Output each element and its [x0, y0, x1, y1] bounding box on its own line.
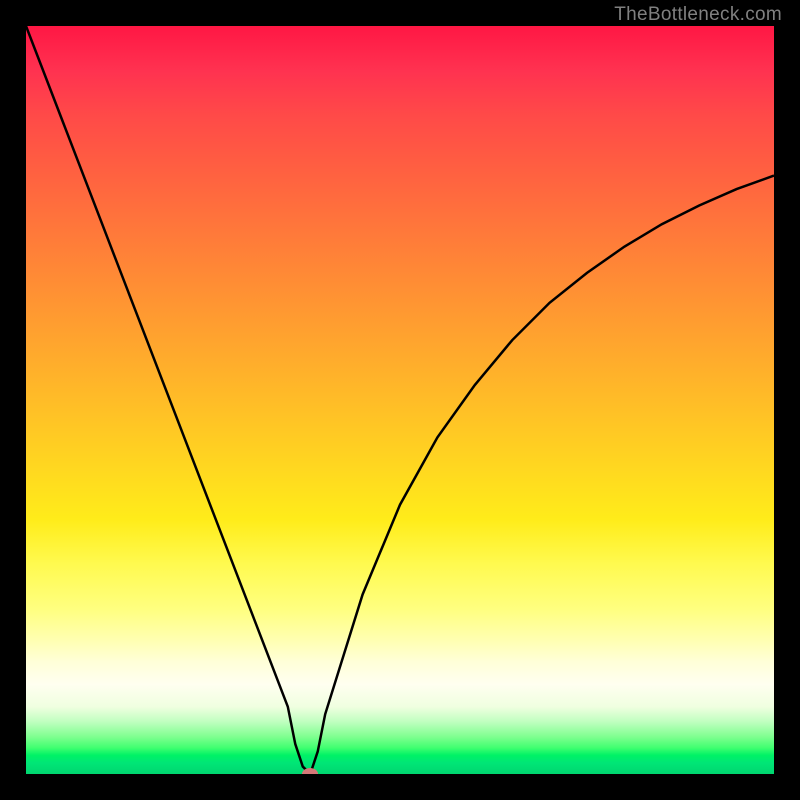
gradient-background [26, 26, 774, 774]
watermark-text: TheBottleneck.com [614, 4, 782, 26]
chart-area [26, 26, 774, 774]
bottleneck-marker [302, 768, 318, 774]
